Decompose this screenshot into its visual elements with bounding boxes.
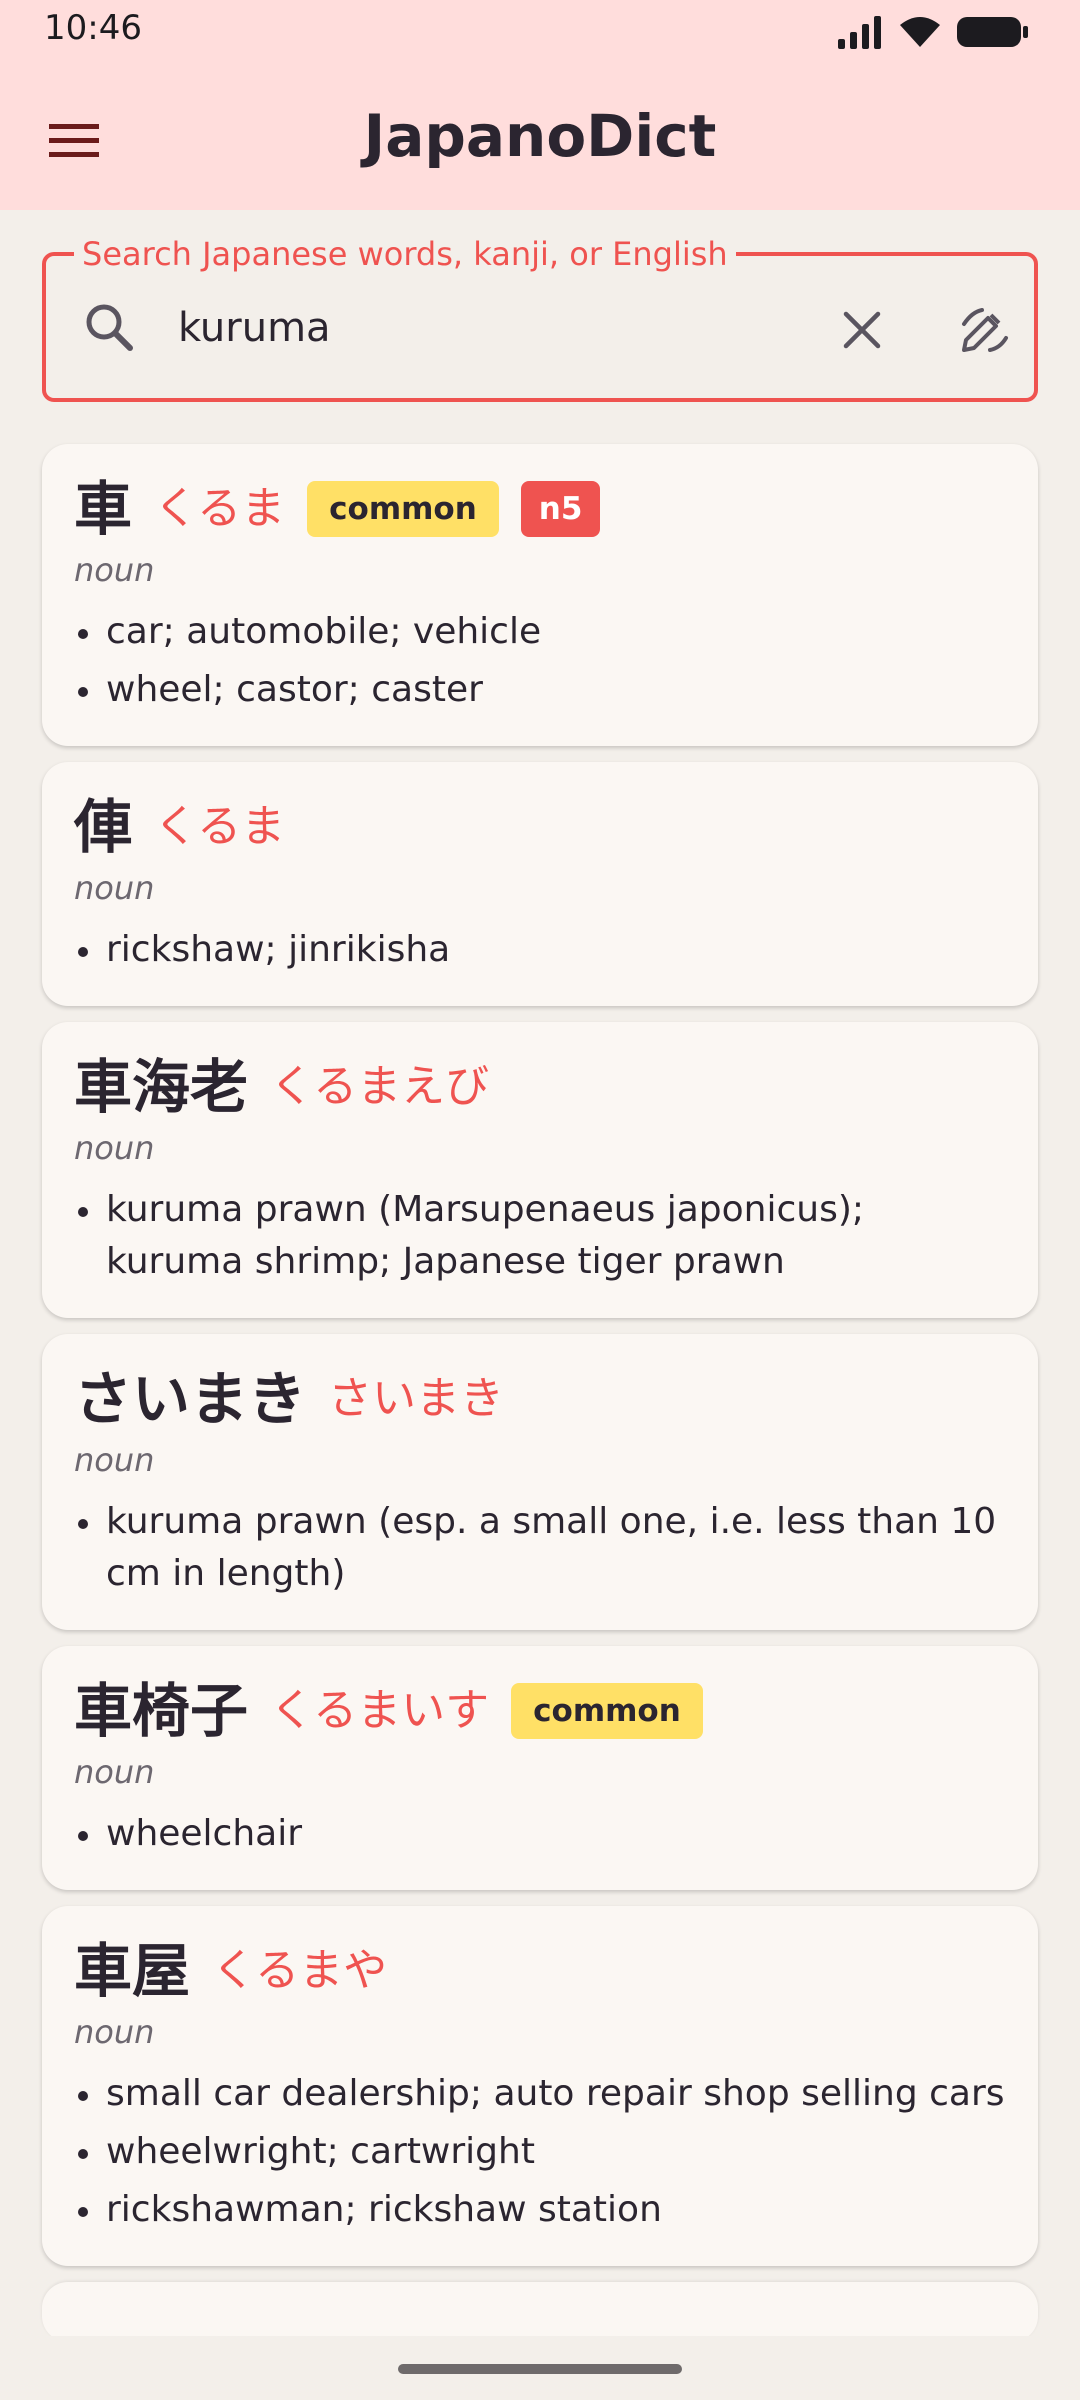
common-badge: common: [511, 1683, 703, 1739]
result-card[interactable]: 車海老 くるまえび noun kuruma prawn (Marsupenaeu…: [42, 1022, 1038, 1318]
battery-icon: [957, 17, 1028, 47]
status-time: 10:46: [44, 8, 142, 48]
status-bar: 10:46: [0, 0, 1080, 60]
app-bar: JapanoDict: [0, 60, 1080, 210]
signal-icon: [838, 16, 881, 49]
result-header: 車海老 くるまえび: [74, 1052, 1006, 1122]
home-indicator[interactable]: [398, 2364, 682, 2374]
common-badge: common: [307, 481, 499, 537]
sense-item: kuruma prawn (Marsupenaeus japonicus); k…: [74, 1184, 1006, 1288]
result-card[interactable]: 車椅子 くるまいす common noun wheelchair: [42, 1646, 1038, 1890]
sense-item: rickshawman; rickshaw station: [74, 2184, 1006, 2236]
search-input[interactable]: [178, 296, 828, 360]
word-kanji: 車屋: [74, 1937, 191, 2005]
part-of-speech: noun: [74, 1441, 155, 1479]
result-header: 俥 くるま: [74, 792, 1006, 862]
result-card[interactable]: 俥 くるま noun rickshaw; jinrikisha: [42, 762, 1038, 1006]
sense-list: car; automobile; vehicle wheel; castor; …: [74, 606, 1006, 716]
part-of-speech: noun: [74, 869, 155, 907]
word-reading: さいまき: [328, 1373, 505, 1424]
part-of-speech: noun: [74, 2013, 155, 2051]
sense-item: wheelchair: [74, 1808, 1006, 1860]
result-header: 車椅子 くるまいす common: [74, 1676, 1006, 1746]
search-label: Search Japanese words, kanji, or English: [74, 234, 736, 274]
sense-list: kuruma prawn (Marsupenaeus japonicus); k…: [74, 1184, 1006, 1288]
word-kana: さいまき: [74, 1365, 307, 1433]
word-reading: くるまいす: [270, 1685, 490, 1736]
sense-item: wheelwright; cartwright: [74, 2126, 1006, 2178]
sense-item: rickshaw; jinrikisha: [74, 924, 1006, 976]
result-card[interactable]: 車 くるま common n5 noun car; automobile; ve…: [42, 444, 1038, 746]
wifi-icon: [900, 17, 940, 47]
result-card[interactable]: 車屋 くるまや noun small car dealership; auto …: [42, 1906, 1038, 2266]
sense-list: kuruma prawn (esp. a small one, i.e. les…: [74, 1496, 1006, 1600]
word-reading: くるまや: [212, 1945, 388, 1996]
word-reading: くるま: [154, 483, 286, 534]
part-of-speech: noun: [74, 551, 155, 589]
sense-item: small car dealership; auto repair shop s…: [74, 2068, 1006, 2120]
result-card[interactable]: さいまき さいまき noun kuruma prawn (esp. a smal…: [42, 1334, 1038, 1630]
sense-item: wheel; castor; caster: [74, 664, 1006, 716]
result-header: 車 くるま common n5: [74, 474, 1006, 544]
close-icon: [843, 311, 881, 349]
status-icons: [836, 12, 1030, 52]
sense-list: wheelchair: [74, 1808, 1006, 1860]
clear-search-button[interactable]: [824, 292, 900, 368]
result-card-partial[interactable]: [42, 2282, 1038, 2342]
sense-list: small car dealership; auto repair shop s…: [74, 2068, 1006, 2236]
jlpt-badge: n5: [520, 481, 601, 537]
sense-list: rickshaw; jinrikisha: [74, 924, 1006, 976]
word-reading: くるまえび: [270, 1061, 490, 1112]
word-reading: くるま: [154, 801, 286, 852]
search-field[interactable]: Search Japanese words, kanji, or English: [42, 234, 1038, 402]
word-kanji: 車海老: [74, 1053, 249, 1121]
word-kanji: 車椅子: [74, 1677, 249, 1745]
results-list: 車 くるま common n5 noun car; automobile; ve…: [42, 444, 1038, 2358]
result-header: さいまき さいまき: [74, 1364, 1006, 1434]
part-of-speech: noun: [74, 1129, 155, 1167]
part-of-speech: noun: [74, 1753, 155, 1791]
result-header: 車屋 くるまや: [74, 1936, 1006, 2006]
draw-icon: [962, 308, 1008, 352]
handwriting-button[interactable]: [946, 292, 1022, 368]
search-icon: [86, 304, 133, 351]
word-kanji: 俥: [74, 793, 133, 861]
sense-item: kuruma prawn (esp. a small one, i.e. les…: [74, 1496, 1006, 1600]
sense-item: car; automobile; vehicle: [74, 606, 1006, 658]
word-kanji: 車: [74, 475, 133, 543]
app-title: JapanoDict: [363, 102, 717, 170]
